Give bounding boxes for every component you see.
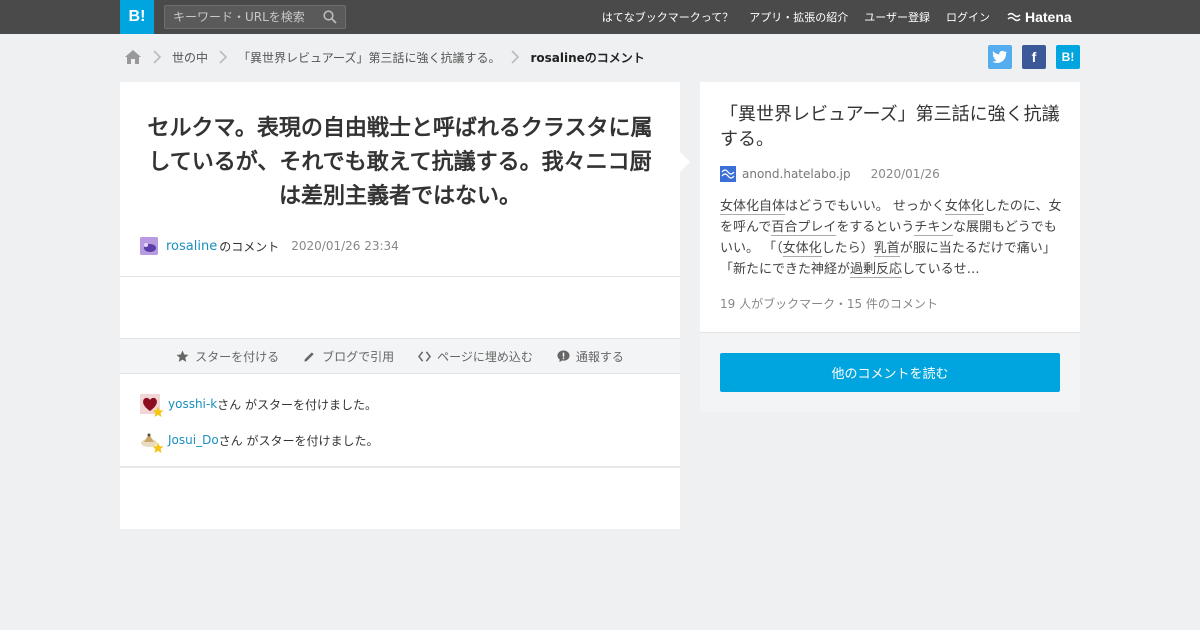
hatena-brand-label: Hatena [1025, 9, 1072, 25]
divider [120, 276, 680, 277]
divider [120, 466, 680, 468]
chevron-right-icon [219, 50, 228, 64]
top-bar: B! はてなブックマークって？ アプリ・拡張の紹介 ユーザー登録 ログイン Ha… [0, 0, 1200, 34]
hatebu-icon: B! [1061, 50, 1075, 64]
breadcrumb-entry[interactable]: 「異世界レビュアーズ」第三話に強く抗議する。 [238, 49, 500, 66]
embed-button[interactable]: ページに埋め込む [418, 348, 533, 365]
star-icon [176, 349, 189, 362]
nav-apps[interactable]: アプリ・拡張の紹介 [749, 9, 848, 25]
code-icon [418, 350, 432, 362]
nav-about[interactable]: はてなブックマークって？ [602, 9, 733, 25]
excerpt-keyword[interactable]: 女体化自体 [720, 199, 786, 215]
chevron-right-icon [153, 50, 162, 64]
entry-meta: anond.hatelabo.jp 2020/01/26 [720, 166, 940, 182]
home-icon[interactable] [124, 49, 142, 65]
star-icon [152, 442, 164, 453]
excerpt-keyword[interactable]: 過剰反応 [850, 262, 903, 278]
search-box[interactable] [164, 5, 346, 29]
star-user-link[interactable]: Josui_Do [168, 433, 219, 447]
site-favicon-icon [720, 166, 736, 182]
hatebu-logo[interactable]: B! [120, 0, 154, 34]
excerpt-keyword[interactable]: 女体化 [944, 199, 984, 215]
facebook-share-button[interactable]: f [1022, 45, 1046, 69]
blog-quote-button[interactable]: ブログで引用 [303, 348, 394, 365]
entry-panel-footer: 他のコメントを読む [700, 332, 1080, 412]
avatar[interactable] [140, 237, 158, 255]
avatar[interactable] [140, 394, 164, 417]
entry-title[interactable]: 「異世界レビュアーズ」第三話に強く抗議する。 [720, 102, 1065, 152]
comment-panel: セルクマ。表現の自由戦士と呼ばれるクラスタに属しているが、それでも敢えて抗議する… [120, 82, 680, 529]
embed-label: ページに埋め込む [437, 349, 533, 364]
report-label: 通報する [575, 349, 624, 364]
entry-panel: 「異世界レビュアーズ」第三話に強く抗議する。 anond.hatelabo.jp… [700, 82, 1080, 332]
add-star-label: スターを付ける [195, 349, 280, 364]
breadcrumb-category[interactable]: 世の中 [172, 49, 208, 66]
facebook-icon: f [1031, 49, 1037, 65]
hatena-brand[interactable]: Hatena [1007, 9, 1072, 25]
entry-domain[interactable]: anond.hatelabo.jp [742, 167, 851, 181]
comment-date[interactable]: 2020/01/26 23:34 [291, 239, 399, 253]
hatena-wave-icon [1007, 12, 1021, 22]
bookmark-counts[interactable]: 19 人がブックマーク・15 件のコメント [720, 295, 938, 312]
excerpt-keyword[interactable]: チキン [914, 220, 954, 236]
nav-login[interactable]: ログイン [946, 9, 990, 25]
excerpt-keyword[interactable]: 乳首 [873, 241, 900, 257]
excerpt-text: したら） [821, 241, 874, 256]
star-entry: Josui_Do さん がスターを付けました。 [140, 429, 379, 453]
comment-suffix: のコメント [219, 239, 280, 254]
star-user-link[interactable]: yosshi-k [168, 397, 217, 411]
star-entry: yosshi-k さん がスターを付けました。 [140, 393, 377, 417]
twitter-icon [992, 50, 1007, 63]
read-other-comments-button[interactable]: 他のコメントを読む [720, 353, 1060, 392]
excerpt-keyword[interactable]: 百合プレイ [771, 220, 837, 236]
hatebu-share-button[interactable]: B! [1056, 45, 1080, 69]
excerpt-text: をするという [836, 220, 915, 235]
action-bar: スターを付ける ブログで引用 ページに埋め込む 通報する [120, 338, 680, 374]
comment-meta: rosaline のコメント 2020/01/26 23:34 [140, 237, 399, 255]
pencil-icon [304, 351, 314, 362]
blog-quote-label: ブログで引用 [322, 349, 395, 364]
breadcrumb: 世の中 「異世界レビュアーズ」第三話に強く抗議する。 rosalineのコメント [124, 47, 645, 67]
nav-register[interactable]: ユーザー登録 [864, 9, 930, 25]
add-star-button[interactable]: スターを付ける [176, 348, 279, 365]
top-nav: はてなブックマークって？ アプリ・拡張の紹介 ユーザー登録 ログイン [602, 0, 990, 34]
breadcrumb-current: rosalineのコメント [530, 50, 645, 65]
avatar[interactable] [140, 430, 164, 453]
star-text: さん がスターを付けました。 [217, 397, 377, 412]
entry-excerpt: 女体化自体はどうでもいい。 せっかく女体化したのに、女を呼んで百合プレイをすると… [720, 196, 1062, 280]
excerpt-keyword[interactable]: 女体化 [782, 241, 822, 257]
search-input[interactable] [165, 6, 315, 28]
chevron-right-icon [511, 50, 520, 64]
star-icon [152, 406, 164, 417]
report-button[interactable]: 通報する [557, 348, 624, 365]
report-icon [557, 349, 570, 362]
excerpt-text: しているせ… [902, 262, 980, 277]
twitter-share-button[interactable] [988, 45, 1012, 69]
comment-user-link[interactable]: rosaline [166, 239, 217, 254]
star-text: さん がスターを付けました。 [218, 433, 379, 448]
search-icon[interactable] [323, 10, 337, 24]
entry-date: 2020/01/26 [870, 167, 940, 181]
excerpt-text: はどうでもいい。 せっかく [785, 199, 945, 214]
panel-pointer [680, 152, 690, 172]
comment-text: セルクマ。表現の自由戦士と呼ばれるクラスタに属しているが、それでも敢えて抗議する… [147, 116, 653, 209]
